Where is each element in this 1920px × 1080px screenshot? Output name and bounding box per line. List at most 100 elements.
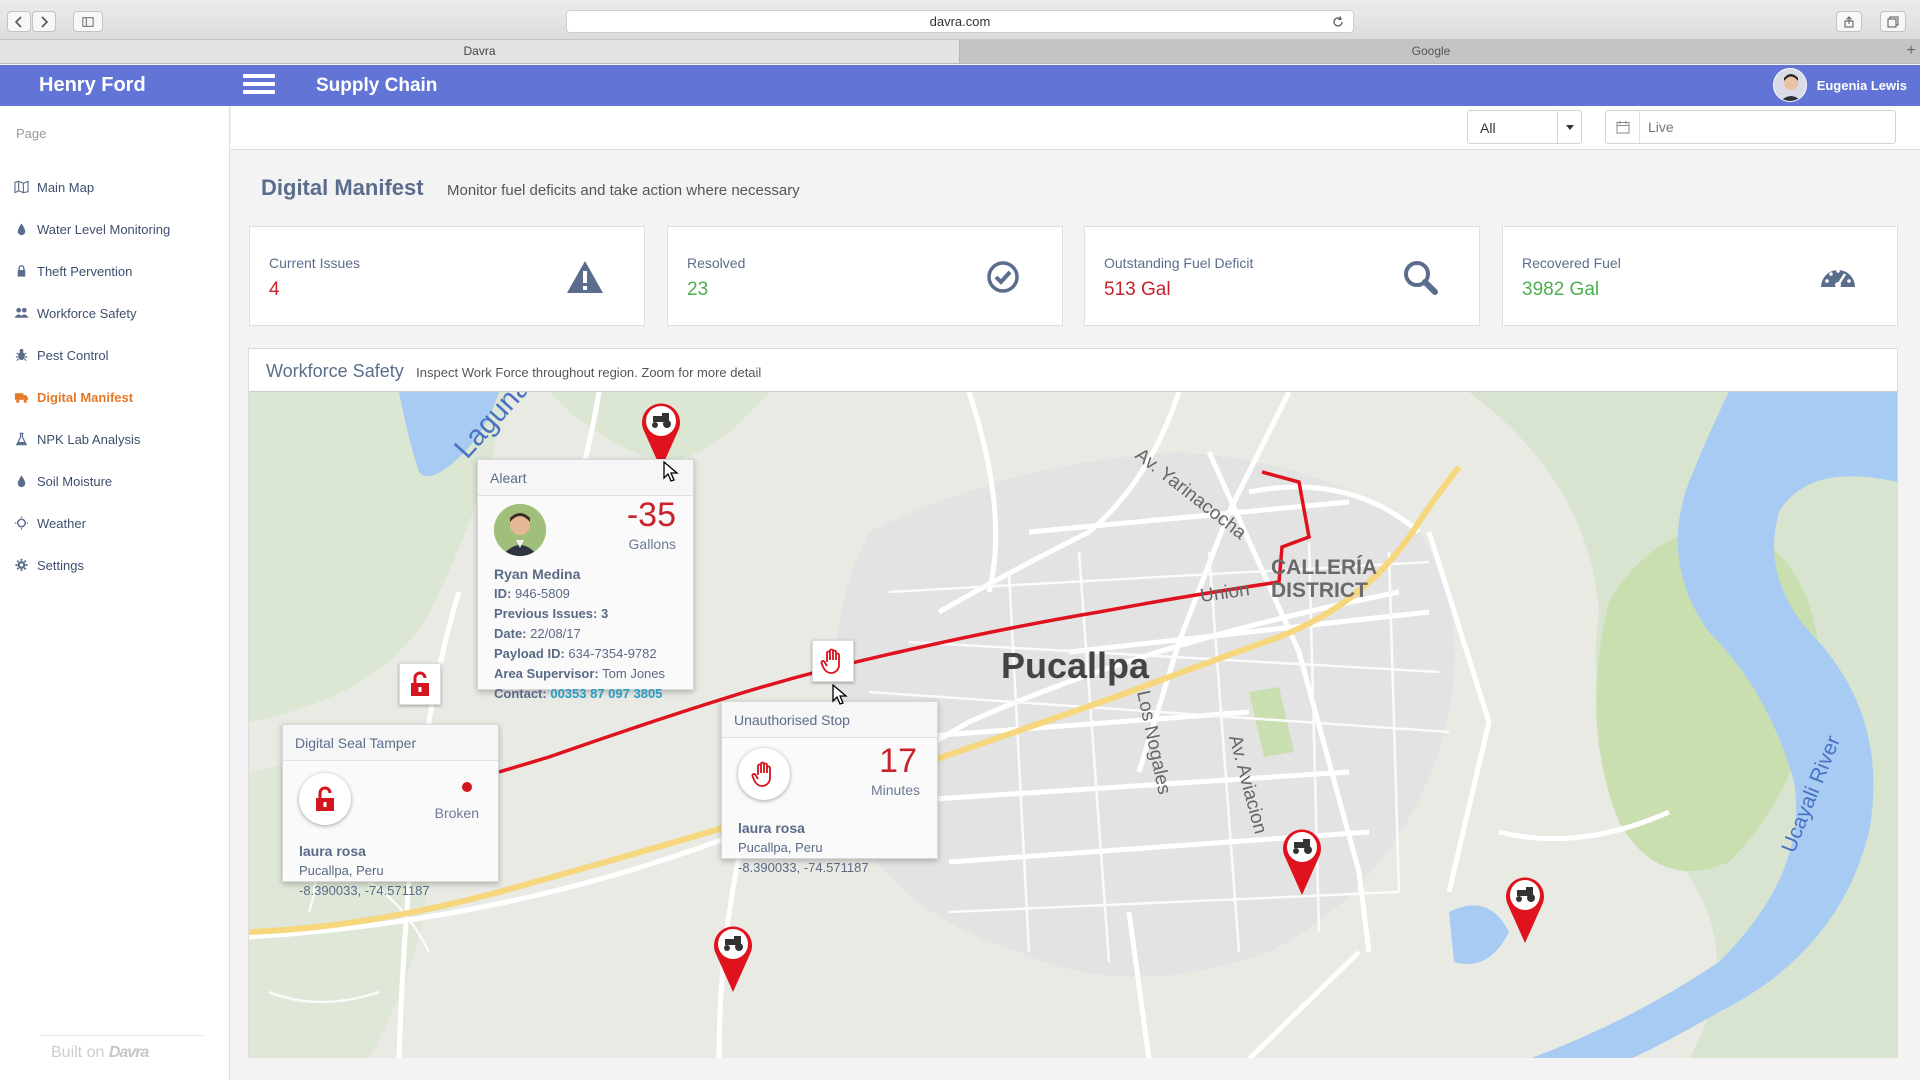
stat-label: Recovered Fuel (1522, 255, 1621, 271)
built-on-footer: Built on Davra (51, 1044, 149, 1062)
app-header: Henry Ford Supply Chain Eugenia Lewis (0, 65, 1920, 106)
stop-details: laura rosa Pucallpa, Peru -8.390033, -74… (738, 818, 928, 878)
hamburger-menu-button[interactable] (243, 70, 275, 100)
stat-card-resolved[interactable]: Resolved 23 (667, 226, 1063, 326)
worker-location: Pucallpa, Peru (299, 863, 384, 878)
warning-icon (567, 261, 603, 293)
unauthorised-stop-marker[interactable] (812, 640, 854, 682)
sidebar-item-label: Workforce Safety (37, 305, 137, 321)
stat-card-recovered-fuel[interactable]: Recovered Fuel 3982 Gal (1502, 226, 1898, 326)
stat-card-outstanding-fuel-deficit[interactable]: Outstanding Fuel Deficit 513 Gal (1084, 226, 1480, 326)
page-title: Digital Manifest (261, 175, 424, 200)
reload-icon[interactable] (1331, 15, 1345, 29)
user-name: Eugenia Lewis (1816, 77, 1907, 93)
map-subtitle: Inspect Work Force throughout region. Zo… (416, 365, 762, 380)
sidebar-item-workforce-safety[interactable]: Workforce Safety (14, 292, 224, 334)
popup-title: Unauthorised Stop (722, 702, 937, 738)
worker-name: laura rosa (299, 843, 366, 859)
contact-phone-link[interactable]: 00353 87 097 3805 (550, 686, 662, 701)
detail-label: Payload ID: (494, 646, 565, 661)
bug-icon (15, 348, 28, 362)
sidebar-item-theft-pervention[interactable]: Theft Pervention (14, 250, 224, 292)
gear-icon (15, 558, 28, 572)
map-title: Workforce Safety (266, 361, 404, 381)
sidebar-item-settings[interactable]: Settings (14, 544, 224, 586)
brand-name[interactable]: Henry Ford (39, 74, 146, 97)
tractor-marker[interactable] (711, 922, 755, 994)
lock-icon (17, 265, 26, 277)
tractor-marker[interactable] (1503, 873, 1547, 945)
caret-down-icon[interactable] (1557, 111, 1581, 143)
sidebar-item-label: Settings (37, 557, 84, 573)
driver-avatar (494, 504, 546, 556)
forward-button[interactable] (32, 11, 56, 32)
sidebar-item-main-map[interactable]: Main Map (14, 166, 224, 208)
sidebar-item-water-level-monitoring[interactable]: Water Level Monitoring (14, 208, 224, 250)
sidebar-divider (40, 1035, 203, 1036)
page-subtitle: Monitor fuel deficits and take action wh… (447, 182, 800, 199)
search-icon (1404, 261, 1438, 295)
address-bar[interactable]: davra.com (566, 10, 1354, 33)
unlock-icon (411, 671, 429, 696)
drop-icon (17, 475, 26, 488)
detail-label: Previous Issues: (494, 606, 598, 621)
date-range-field[interactable] (1605, 110, 1896, 144)
sidebar-item-soil-moisture[interactable]: Soil Moisture (14, 460, 224, 502)
sidebar-section-label: Page (16, 126, 47, 141)
city-label: Pucallpa (1001, 645, 1150, 686)
stat-value: 513 Gal (1104, 279, 1171, 300)
status-dot-icon (462, 782, 472, 792)
sidebar-item-label: NPK Lab Analysis (37, 431, 141, 447)
calendar-icon[interactable] (1606, 111, 1640, 143)
url-text: davra.com (929, 14, 991, 29)
browser-tabbar: Davra Google + (0, 40, 1920, 64)
user-avatar[interactable] (1772, 68, 1807, 102)
stat-label: Current Issues (269, 255, 361, 271)
sun-icon (14, 516, 29, 530)
district-label-line1: CALLERÍA (1271, 556, 1377, 579)
browser-toolbar: davra.com (0, 0, 1920, 40)
date-range-input[interactable] (1640, 118, 1880, 136)
davra-logo[interactable]: Davra (109, 1044, 149, 1061)
popup-title: Aleart (478, 460, 693, 496)
worker-coordinates: -8.390033, -74.571187 (738, 860, 869, 875)
sidebar-item-weather[interactable]: Weather (14, 502, 224, 544)
alert-popup[interactable]: Aleart -35 Gallons Ryan Medina ID: 946-5… (477, 459, 694, 701)
tabs-icon (1887, 16, 1899, 27)
district-label-line2: DISTRICT (1271, 579, 1368, 602)
fuel-deficit-value: -35 (626, 496, 676, 534)
sidebar-item-digital-manifest[interactable]: Digital Manifest (14, 376, 224, 418)
seal-tamper-popup[interactable]: Digital Seal Tamper Broken laura rosa Pu… (282, 724, 499, 898)
seal-tamper-marker[interactable] (399, 663, 441, 705)
tabs-overview-button[interactable] (1880, 11, 1906, 32)
unlock-icon (299, 773, 351, 825)
tab-davra[interactable]: Davra (0, 40, 960, 63)
detail-label: ID: (494, 586, 512, 601)
hand-stop-icon (738, 748, 790, 800)
payload-id: 634-7354-9782 (568, 646, 657, 661)
drop-icon (17, 223, 26, 236)
stat-card-current-issues[interactable]: Current Issues 4 (249, 226, 645, 326)
user-menu[interactable]: Eugenia Lewis (1772, 68, 1907, 102)
map-panel-header: Workforce Safety Inspect Work Force thro… (249, 349, 1897, 382)
tab-google[interactable]: Google (960, 40, 1902, 63)
sidebar-toggle-button[interactable] (73, 11, 103, 32)
filter-toolbar: All (231, 106, 1920, 150)
share-button[interactable] (1836, 11, 1862, 32)
map-canvas[interactable]: Laguna Av. Yarinacocha CALLERÍA DISTRICT… (249, 391, 1897, 1058)
sidebar-item-npk-lab-analysis[interactable]: NPK Lab Analysis (14, 418, 224, 460)
stat-value: 23 (687, 279, 709, 300)
sidebar-item-label: Water Level Monitoring (37, 221, 171, 237)
worker-location: Pucallpa, Peru (738, 840, 823, 855)
sidebar-item-label: Pest Control (37, 347, 109, 363)
tractor-marker[interactable] (1280, 825, 1324, 897)
sidebar-item-pest-control[interactable]: Pest Control (14, 334, 224, 376)
check-circle-icon (987, 261, 1019, 293)
back-button[interactable] (7, 11, 31, 32)
filter-select[interactable]: All (1467, 110, 1582, 144)
filter-select-value: All (1480, 120, 1496, 136)
new-tab-button[interactable]: + (1902, 40, 1920, 63)
unauthorised-stop-popup[interactable]: Unauthorised Stop 17 Minutes laura rosa … (721, 701, 938, 875)
area-supervisor: Tom Jones (602, 666, 666, 681)
driver-details: Ryan Medina ID: 946-5809 Previous Issues… (494, 564, 684, 704)
